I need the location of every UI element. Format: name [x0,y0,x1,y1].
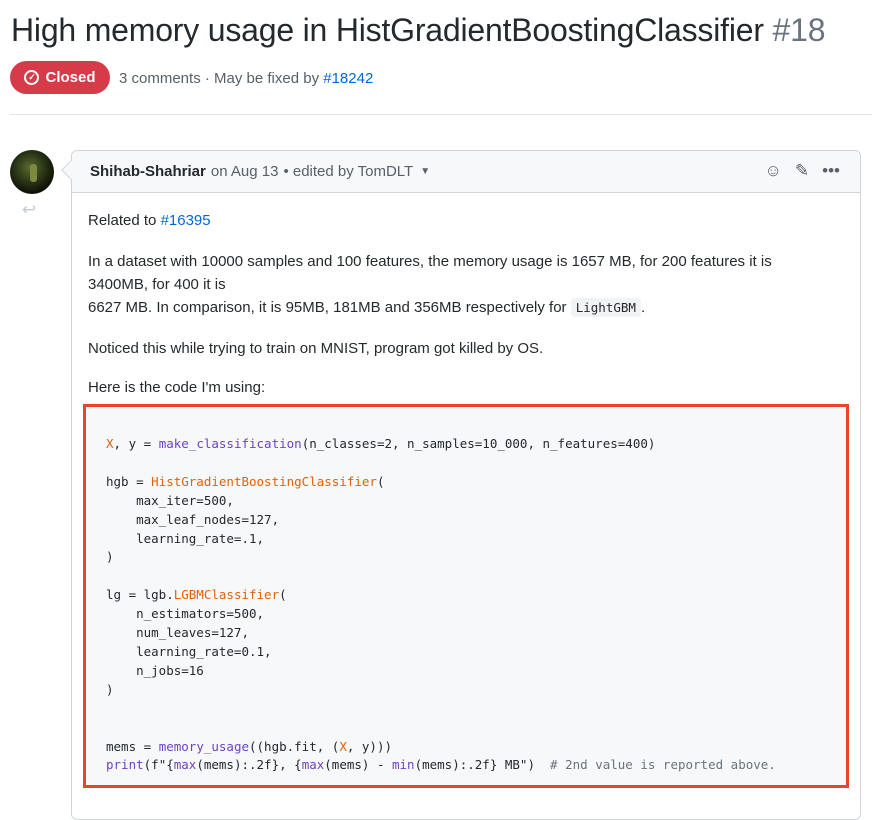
reply-icon[interactable]: ↩ [22,200,36,220]
related-issue-link[interactable]: #16395 [161,212,211,229]
code-line: ) [106,681,114,697]
pencil-icon[interactable]: ✎ [795,162,809,179]
status-badge: ✓ Closed [10,61,110,94]
comment-edited-by[interactable]: • edited by TomDLT [283,163,413,180]
code-intro-paragraph: Here is the code I'm using: [88,379,266,396]
linked-pr-link[interactable]: #18242 [323,70,373,87]
issue-title: High memory usage in HistGradientBoostin… [11,12,825,49]
code-content: X, y = make_classification(n_classes=2, … [106,435,776,775]
code-line: n_estimators=500, [106,606,265,622]
code-line: ) [106,549,114,565]
code-line: hgb = HistGradientBoostingClassifier( [106,473,385,489]
header-divider [10,114,872,115]
code-line: n_jobs=16 [106,662,204,678]
comment-author-link[interactable]: Shihab-Shahriar [90,163,206,180]
code-line: learning_rate=0.1, [106,643,272,659]
code-block: X, y = make_classification(n_classes=2, … [83,404,849,788]
code-line: lg = lgb.LGBMClassifier( [106,587,287,603]
issue-meta-text: 3 comments · May be fixed by [119,70,320,87]
code-line: num_leaves=127, [106,625,249,641]
code-line: max_iter=500, [106,492,234,508]
status-badge-label: Closed [45,69,96,86]
issue-meta: 3 comments · May be fixed by #18242 [119,70,373,87]
chevron-down-icon[interactable]: ▼ [420,166,430,177]
code-line: mems = memory_usage((hgb.fit, (X, y))) [106,738,392,754]
comment-actions: ☺ ✎ ••• [765,162,840,179]
comment-header: Shihab-Shahriar on Aug 13 • edited by To… [72,151,860,193]
memory-line-2: 3400MB, for 400 it is [88,276,226,293]
memory-paragraph: In a dataset with 10000 samples and 100 … [88,250,848,319]
avatar[interactable] [10,150,54,194]
issue-title-text: High memory usage in HistGradientBoostin… [11,12,764,48]
code-line: learning_rate=.1, [106,530,265,546]
code-line: print(f"{max(mems):.2f}, {max(mems) - mi… [106,757,776,773]
memory-line-3-end: . [640,299,646,316]
kebab-icon[interactable]: ••• [822,162,840,179]
smiley-icon[interactable]: ☺ [765,162,782,179]
inline-code-lightgbm: LightGBM [570,298,641,317]
memory-line-1: In a dataset with 10000 samples and 100 … [88,253,772,270]
memory-line-3: 6627 MB. In comparison, it is 95MB, 181M… [88,299,567,316]
code-line: max_leaf_nodes=127, [106,511,280,527]
code-line: X, y = make_classification(n_classes=2, … [106,436,656,451]
comment-date[interactable]: on Aug 13 [211,163,279,180]
closed-state-icon: ✓ [24,70,40,85]
mnist-paragraph: Noticed this while trying to train on MN… [88,340,544,357]
issue-number: #18 [772,12,826,48]
related-paragraph: Related to #16395 [88,209,848,232]
related-label: Related to [88,212,157,229]
